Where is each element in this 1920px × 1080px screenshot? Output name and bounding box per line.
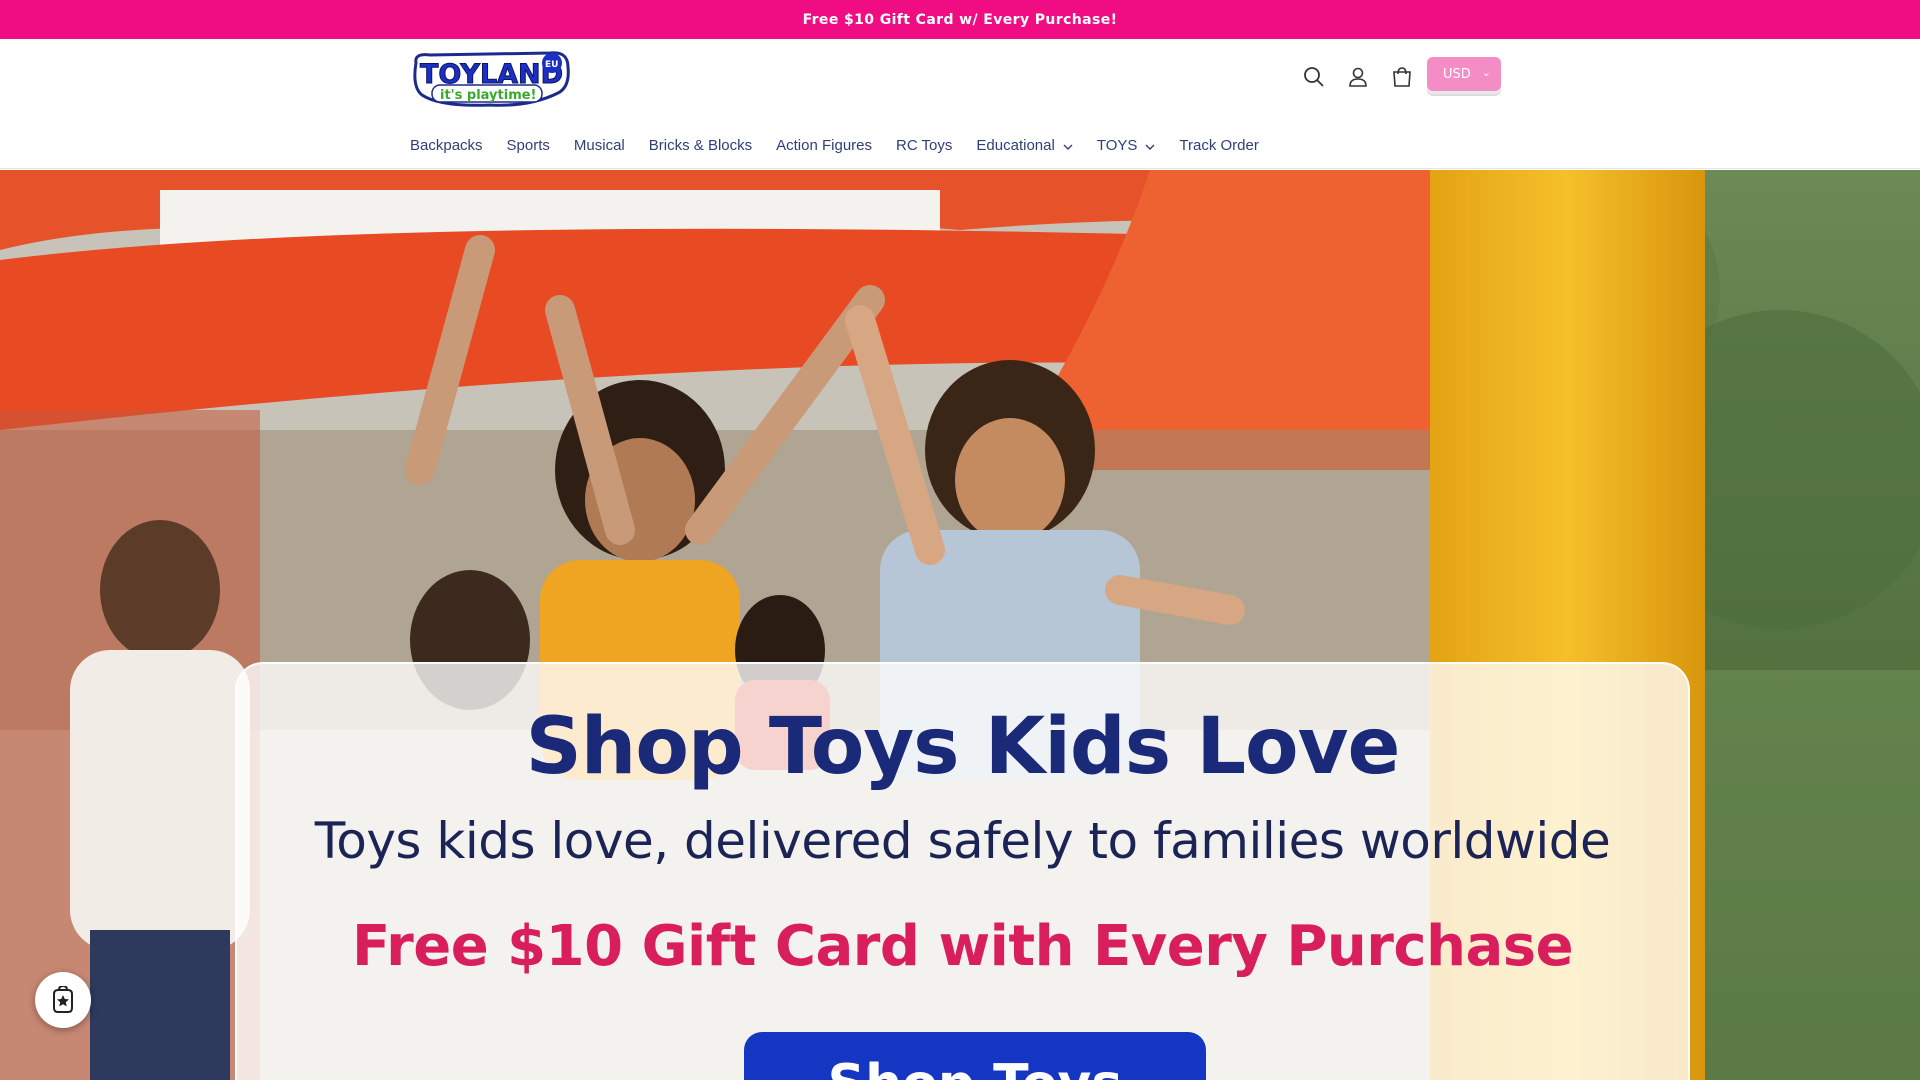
chevron-down-icon	[1145, 137, 1155, 154]
hero-promo: Free $10 Gift Card with Every Purchase	[351, 914, 1574, 979]
nav-item-toys[interactable]: TOYS	[1097, 137, 1156, 154]
currency-label: USD	[1443, 66, 1471, 82]
search-icon[interactable]	[1300, 63, 1328, 91]
main-nav: Backpacks Sports Musical Bricks & Blocks…	[410, 137, 1283, 154]
chevron-down-icon	[1063, 137, 1073, 154]
chevron-down-icon: ⌄	[1481, 66, 1491, 79]
nav-item-musical[interactable]: Musical	[574, 137, 625, 154]
account-icon[interactable]	[1344, 63, 1372, 91]
hero-subtitle: Toys kids love, delivered safely to fami…	[314, 812, 1611, 870]
site-header: TOYLAND it's playtime! EU USD ⌄ Backpack…	[0, 39, 1920, 169]
announcement-bar: Free $10 Gift Card w/ Every Purchase!	[0, 0, 1920, 39]
currency-selector[interactable]: USD ⌄	[1427, 57, 1501, 91]
nav-item-educational[interactable]: Educational	[976, 137, 1073, 154]
header-icons	[1300, 63, 1416, 91]
nav-item-action-figures[interactable]: Action Figures	[776, 137, 872, 154]
svg-text:EU: EU	[545, 60, 558, 70]
announcement-text: Free $10 Gift Card w/ Every Purchase!	[802, 11, 1118, 28]
hero-panel: Shop Toys Kids Love Toys kids love, deli…	[235, 662, 1690, 1080]
shield-star-icon[interactable]	[35, 972, 91, 1028]
nav-item-backpacks[interactable]: Backpacks	[410, 137, 483, 154]
hero-title: Shop Toys Kids Love	[525, 702, 1401, 792]
nav-item-sports[interactable]: Sports	[507, 137, 550, 154]
nav-item-track-order[interactable]: Track Order	[1179, 137, 1258, 154]
shop-toys-button[interactable]: Shop Toys	[744, 1032, 1206, 1080]
svg-text:it's playtime!: it's playtime!	[440, 88, 536, 103]
cart-icon[interactable]	[1388, 63, 1416, 91]
toyland-logo[interactable]: TOYLAND it's playtime! EU	[410, 49, 572, 109]
hero-banner[interactable]: Shop Toys Kids Love Toys kids love, deli…	[0, 170, 1920, 1080]
nav-item-rc-toys[interactable]: RC Toys	[896, 137, 952, 154]
nav-item-bricks-blocks[interactable]: Bricks & Blocks	[649, 137, 752, 154]
